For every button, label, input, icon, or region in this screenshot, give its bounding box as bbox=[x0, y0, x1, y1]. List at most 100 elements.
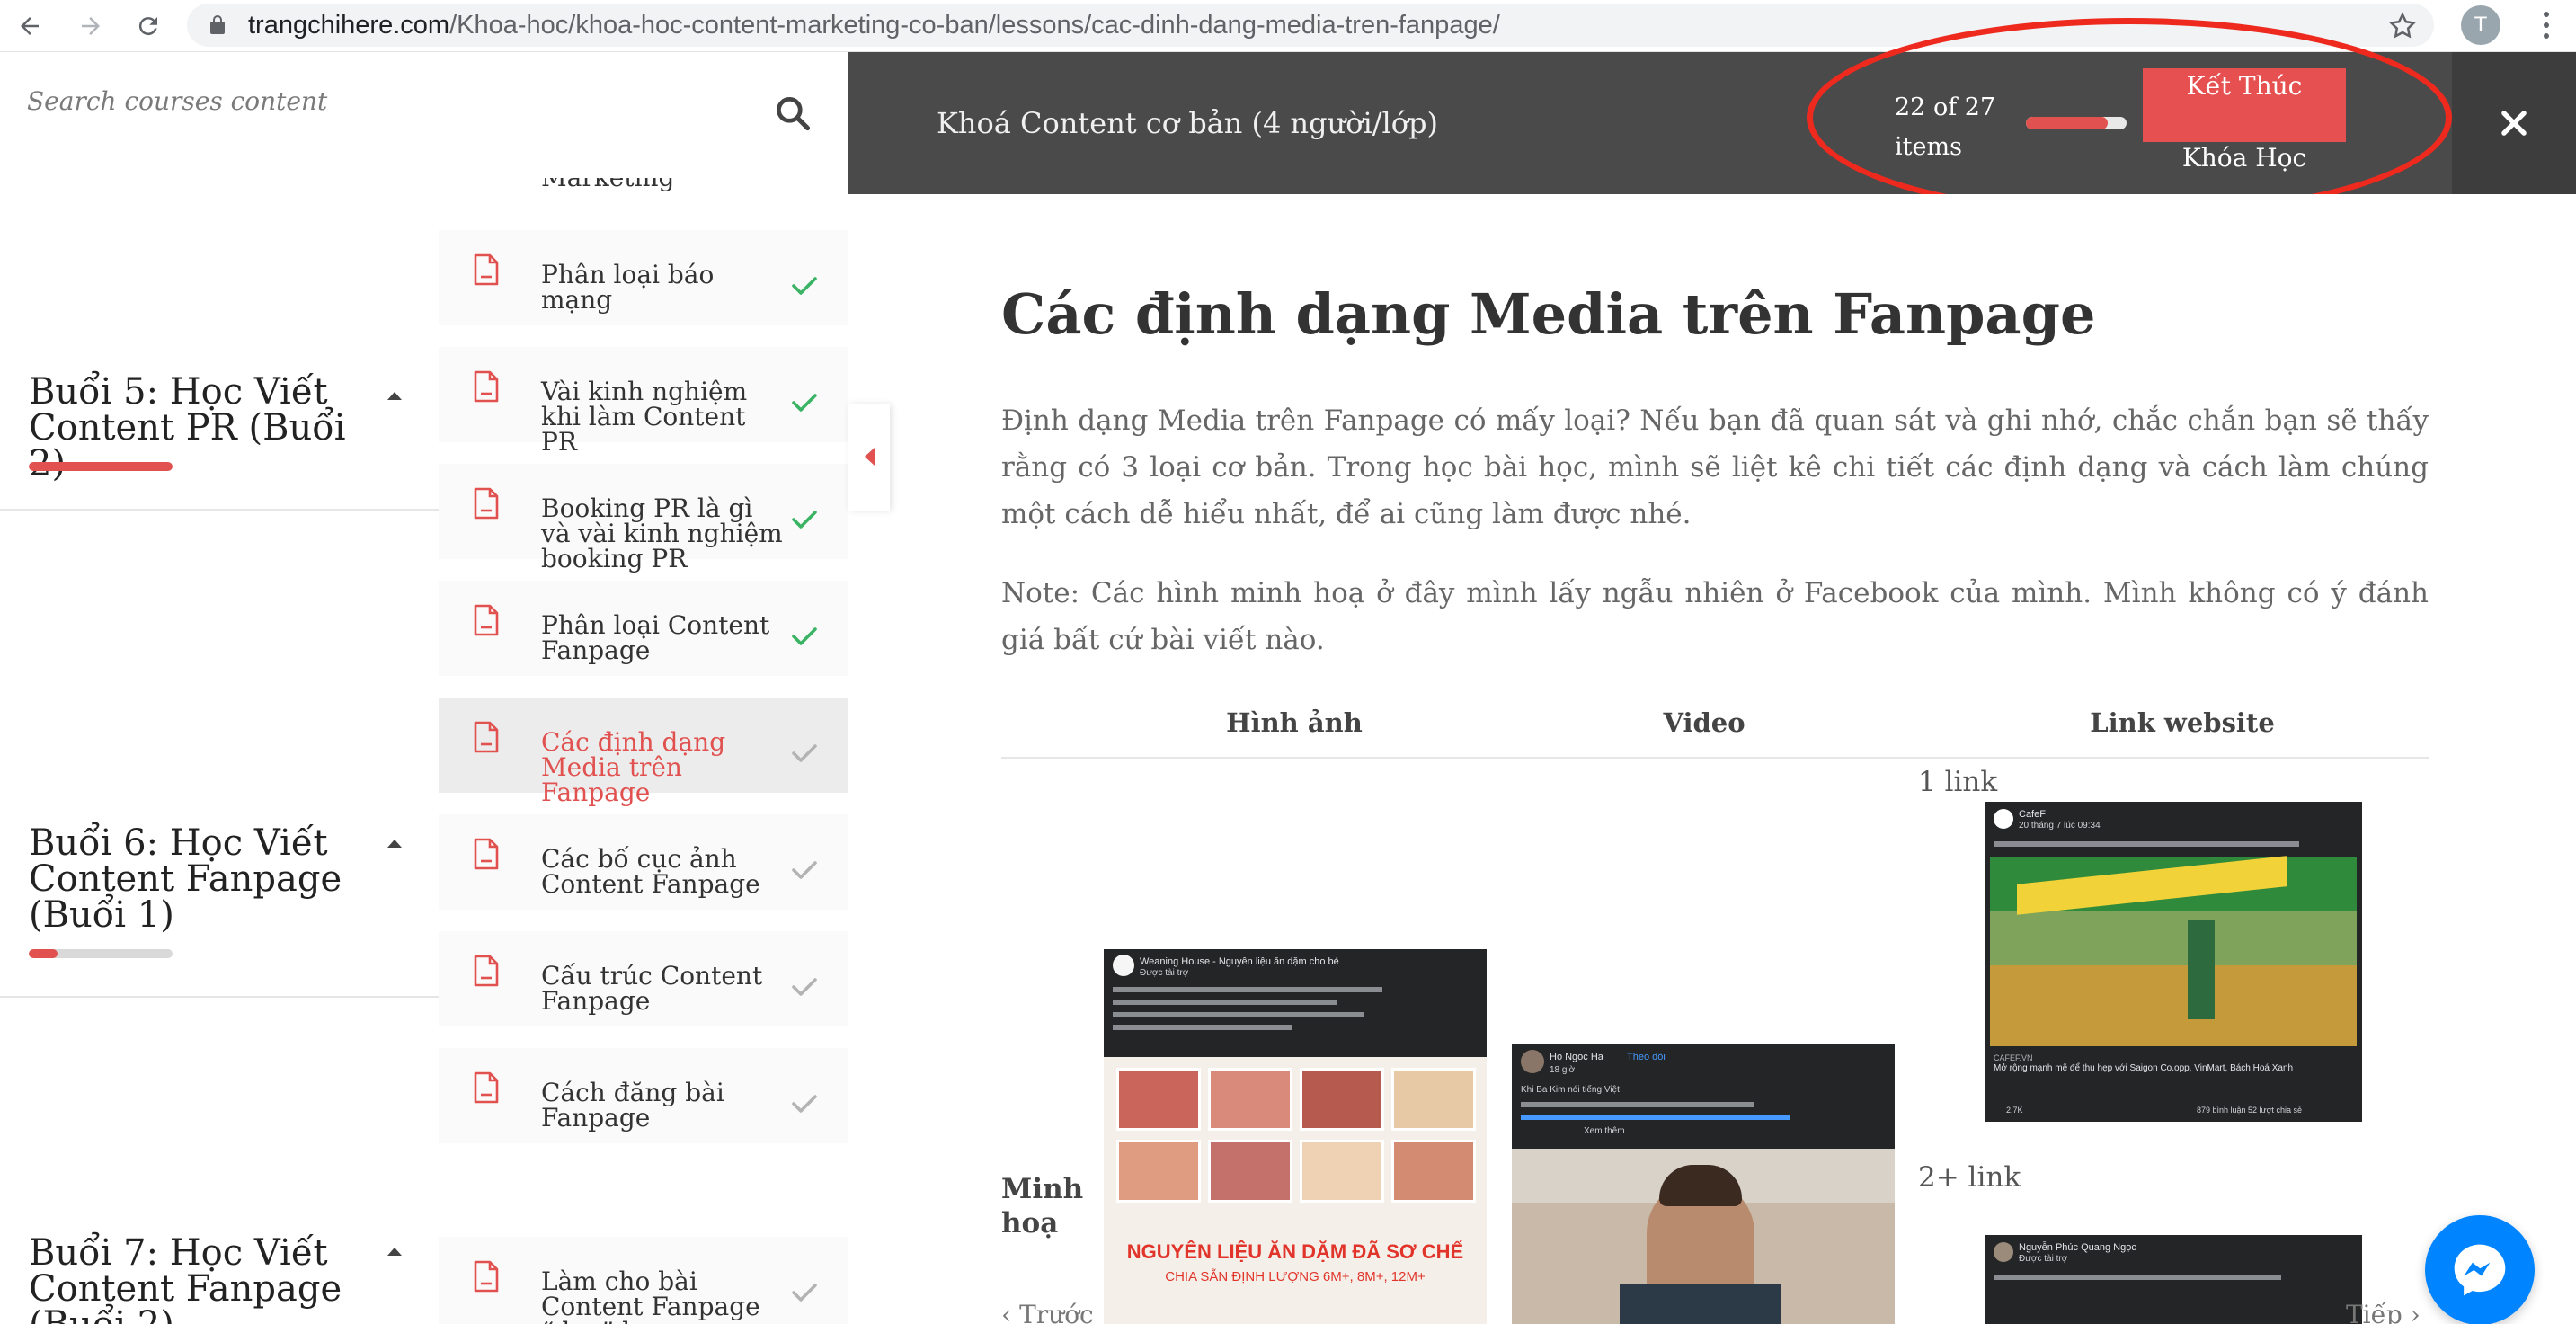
post-page-name: Ho Ngoc Ha bbox=[1550, 1052, 1603, 1062]
document-icon bbox=[474, 604, 499, 636]
check-icon bbox=[792, 277, 817, 295]
link-headline[interactable]: Mở rộng mạnh mẽ để thu hẹp với Saigon Co… bbox=[1994, 1062, 2353, 1075]
document-icon bbox=[474, 487, 499, 520]
image-post-screenshot[interactable]: Weaning House - Nguyên liệu ăn dặm cho b… bbox=[1104, 949, 1487, 1324]
post-page-name: Nguyễn Phúc Quang Ngọc bbox=[2019, 1242, 2136, 1253]
check-icon bbox=[792, 627, 817, 645]
lock-icon bbox=[210, 15, 225, 34]
food-image: NGUYÊN LIỆU ĂN DẶM ĐÃ SƠ CHẾ CHIA SẴN ĐỊ… bbox=[1104, 1057, 1487, 1324]
post-time: 20 tháng 7 lúc 09:34 bbox=[2019, 821, 2101, 831]
check-icon bbox=[792, 1284, 817, 1302]
section-buoi-6[interactable]: Buổi 6: Học Viết Content Fanpage (Buổi 1… bbox=[0, 511, 440, 998]
check-icon bbox=[792, 978, 817, 996]
lesson-title: Cấu trúc Content Fanpage bbox=[541, 961, 763, 1016]
post-sponsored: Được tài trợ bbox=[1140, 968, 1189, 978]
prev-label: Trước bbox=[1019, 1300, 1094, 1324]
check-icon bbox=[792, 744, 817, 762]
check-icon bbox=[792, 1095, 817, 1113]
lesson-title: Vài kinh nghiệm khi làm Content PR bbox=[541, 377, 748, 457]
forward-button[interactable] bbox=[70, 5, 111, 47]
supermarket-image bbox=[1990, 856, 2357, 1046]
back-button[interactable] bbox=[9, 5, 50, 47]
comment-share-count: 879 bình luận 52 lượt chia sẻ bbox=[2197, 1106, 2303, 1115]
lesson-title: Làm cho bài Content Fanpage “đẹp” hơn bbox=[541, 1266, 760, 1324]
section-progress bbox=[29, 949, 173, 958]
lesson-content: Các định dạng Media trên Fanpage Định dạ… bbox=[848, 194, 2576, 1324]
document-icon bbox=[474, 253, 499, 286]
next-lesson-link[interactable]: Tiếp › bbox=[2346, 1300, 2421, 1324]
column-header: Video bbox=[1663, 707, 1745, 738]
messenger-icon bbox=[2454, 1244, 2506, 1296]
finish-course-button[interactable]: Kết Thúc Khóa Học bbox=[2143, 68, 2346, 173]
row-label: Minh hoạ bbox=[1001, 1173, 1084, 1240]
document-icon bbox=[474, 838, 499, 870]
banner-subtext: CHIA SẴN ĐỊNH LƯỢNG 6M+, 8M+, 12M+ bbox=[1165, 1269, 1426, 1284]
sidebar-lesson-item[interactable]: Phân loại báo mạng bbox=[439, 230, 848, 334]
course-sidebar: Marketing Buổi 5: Học Viết Content PR (B… bbox=[0, 52, 848, 1324]
prev-lesson-link[interactable]: ‹ Trước bbox=[1001, 1300, 1094, 1324]
sidebar-lesson-item[interactable]: Vài kinh nghiệm khi làm Content PR bbox=[439, 347, 848, 455]
lesson-title: Booking PR là gì và vài kinh nghiệm book… bbox=[541, 493, 783, 573]
address-bar[interactable]: trangchihere.com/Khoa-hoc/khoa-hoc-conte… bbox=[187, 4, 2434, 47]
finish-label-line1: Kết Thúc bbox=[2186, 71, 2303, 101]
sidebar-lesson-item[interactable]: Các định dạng Media trên Fanpage bbox=[439, 698, 848, 807]
course-search bbox=[0, 52, 848, 178]
caret-left-icon bbox=[865, 448, 875, 466]
search-icon[interactable] bbox=[773, 93, 813, 133]
link-caption: 2+ link bbox=[1918, 1161, 2021, 1194]
url-text: trangchihere.com/Khoa-hoc/khoa-hoc-conte… bbox=[248, 11, 1500, 40]
search-input[interactable] bbox=[27, 68, 746, 133]
see-more-link[interactable]: Xem thêm bbox=[1584, 1125, 1625, 1138]
column-header: Hình ảnh bbox=[1226, 707, 1363, 738]
close-lesson-button[interactable] bbox=[2452, 52, 2576, 194]
post-page-name: CafeF bbox=[2019, 809, 2046, 820]
items-count-number: 22 of 27 bbox=[1895, 93, 1996, 121]
page-avatar bbox=[1113, 955, 1134, 976]
browser-menu-icon[interactable] bbox=[2533, 5, 2560, 45]
column-header: Link website bbox=[2090, 707, 2275, 738]
link-post-screenshot-2[interactable]: Nguyễn Phúc Quang Ngọc Được tài trợ bbox=[1985, 1235, 2362, 1324]
sidebar-lesson-item[interactable]: Cấu trúc Content Fanpage bbox=[439, 931, 848, 1035]
caret-up-icon[interactable] bbox=[385, 836, 404, 850]
section-buoi-7[interactable]: Buổi 7: Học Viết Content Fanpage (Buổi 2… bbox=[0, 998, 440, 1324]
reload-icon bbox=[138, 17, 157, 36]
caret-up-icon[interactable] bbox=[385, 388, 404, 403]
sidebar-toggle-button[interactable] bbox=[848, 404, 890, 511]
follow-link[interactable]: Theo dõi bbox=[1627, 1052, 1666, 1062]
sidebar-lesson-item[interactable]: Làm cho bài Content Fanpage “đẹp” hơn bbox=[439, 1237, 848, 1324]
section-title: Buổi 6: Học Viết Content Fanpage (Buổi 1… bbox=[29, 822, 342, 936]
lesson-title: Phân loại báo mạng bbox=[541, 260, 715, 315]
reload-button[interactable] bbox=[128, 5, 169, 47]
course-title: Khoá Content cơ bản (4 người/lớp) bbox=[937, 106, 1438, 140]
sidebar-lesson-item[interactable]: Cách đăng bài Fanpage bbox=[439, 1048, 848, 1152]
sidebar-lesson-item[interactable]: Phân loại Content Fanpage bbox=[439, 581, 848, 685]
section-buoi-5[interactable]: Buổi 5: Học Viết Content PR (Buổi 2) bbox=[0, 178, 440, 511]
lesson-title: Các định dạng Media trên Fanpage bbox=[541, 727, 726, 807]
page-avatar bbox=[1994, 809, 2013, 829]
section-title: Buổi 7: Học Viết Content Fanpage (Buổi 2… bbox=[29, 1232, 342, 1324]
sidebar-lesson-item[interactable]: Booking PR là gì và vài kinh nghiệm book… bbox=[439, 464, 848, 572]
check-icon bbox=[792, 861, 817, 879]
banner-text: NGUYÊN LIỆU ĂN DẶM ĐÃ SƠ CHẾ bbox=[1126, 1240, 1464, 1263]
document-icon bbox=[474, 1071, 499, 1104]
video-post-screenshot[interactable]: Ho Ngoc Ha Theo dõi 18 giờ Khi Ba Kim nó… bbox=[1512, 1044, 1895, 1324]
lesson-paragraph: Định dạng Media trên Fanpage có mấy loại… bbox=[1001, 404, 2429, 530]
link-post-screenshot[interactable]: CafeF 20 tháng 7 lúc 09:34 CAFEF.VN Mở r… bbox=[1985, 802, 2362, 1122]
sidebar-lesson-item[interactable]: Các bố cục ảnh Content Fanpage bbox=[439, 814, 848, 919]
caret-up-icon[interactable] bbox=[385, 1244, 404, 1258]
post-text: Khi Ba Kim nói tiếng Việt bbox=[1521, 1085, 1620, 1095]
arrow-left-icon bbox=[21, 17, 39, 35]
close-icon bbox=[2501, 111, 2527, 136]
lesson-note: Note: Các hình minh hoạ ở đây mình lấy n… bbox=[1001, 577, 2429, 656]
link-caption: 1 link bbox=[1918, 766, 1998, 798]
next-label: Tiếp bbox=[2346, 1300, 2403, 1324]
messenger-chat-button[interactable] bbox=[2425, 1215, 2535, 1324]
page-avatar bbox=[1994, 1242, 2013, 1262]
document-icon bbox=[474, 1260, 499, 1293]
profile-avatar[interactable]: T bbox=[2461, 5, 2500, 45]
post-time: 18 giờ bbox=[1550, 1065, 1576, 1075]
bookmark-star-icon[interactable] bbox=[2387, 11, 2418, 41]
document-icon bbox=[474, 721, 499, 753]
lesson-title: Cách đăng bài Fanpage bbox=[541, 1078, 724, 1133]
check-icon bbox=[792, 511, 817, 529]
